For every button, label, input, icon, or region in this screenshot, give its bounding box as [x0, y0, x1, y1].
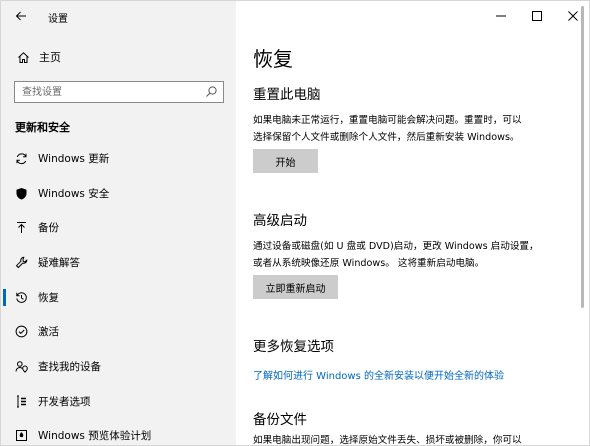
- nav-home[interactable]: 主页: [1, 45, 236, 69]
- backup-files-heading: 备份文件: [253, 412, 307, 428]
- advanced-startup-heading: 高级启动: [253, 213, 307, 229]
- reset-desc-line1: 如果电脑未正常运行，重置电脑可能会解决问题。重置时，可以: [253, 115, 522, 126]
- advanced-startup-description: 通过设备或磁盘(如 U 盘或 DVD)启动，更改 Windows 启动设置， 或…: [253, 238, 573, 272]
- backup-description: 如果电脑出现问题，选择原始文件丢失、损坏或被删除，你可以: [253, 435, 522, 446]
- sidebar-item-windows-insider[interactable]: Windows 预览体验计划: [1, 419, 236, 446]
- sidebar-item-label: 备份: [38, 222, 59, 235]
- sidebar-item-label: Windows 更新: [38, 152, 110, 165]
- sidebar-item-label: 开发者选项: [38, 395, 91, 408]
- sidebar-item-label: 查找我的设备: [38, 360, 101, 373]
- search-box[interactable]: [14, 81, 224, 103]
- search-icon: [206, 86, 217, 97]
- close-button[interactable]: [555, 1, 589, 31]
- sidebar-item-windows-update[interactable]: Windows 更新: [1, 141, 236, 176]
- sidebar-item-label: 激活: [38, 326, 59, 339]
- reset-heading: 重置此电脑: [253, 87, 321, 103]
- close-icon: [568, 11, 578, 21]
- fresh-install-link[interactable]: 了解如何进行 Windows 的全新安装以便开始全新的体验: [253, 367, 504, 382]
- insider-icon: [14, 429, 28, 443]
- page-title: 恢复: [253, 47, 293, 71]
- more-recovery-heading: 更多恢复选项: [253, 339, 334, 355]
- back-arrow-icon: [15, 11, 26, 21]
- reset-start-button[interactable]: 开始: [253, 149, 318, 173]
- maximize-button[interactable]: [519, 1, 555, 31]
- section-title: 更新和安全: [15, 121, 70, 134]
- sidebar: 设置 主页 更新和安全: [1, 1, 236, 446]
- minimize-icon: [496, 15, 506, 17]
- sidebar-item-activation[interactable]: 激活: [1, 314, 236, 349]
- sidebar-item-backup[interactable]: 备份: [1, 210, 236, 245]
- nav-list: Windows 更新 Windows 安全 备份 疑难解答 恢复 激活 查找我的…: [1, 141, 236, 446]
- window-controls: [483, 1, 589, 31]
- sidebar-item-troubleshoot[interactable]: 疑难解答: [1, 245, 236, 280]
- scrollbar[interactable]: [581, 6, 584, 308]
- sync-icon: [14, 151, 28, 165]
- home-icon: [16, 50, 30, 64]
- sidebar-item-label: Windows 安全: [38, 187, 110, 200]
- sidebar-item-windows-security[interactable]: Windows 安全: [1, 176, 236, 211]
- minimize-button[interactable]: [483, 1, 519, 31]
- backup-arrow-icon: [14, 221, 28, 235]
- history-icon: [14, 290, 28, 304]
- wrench-icon: [14, 255, 28, 269]
- search-input[interactable]: [15, 82, 195, 102]
- advanced-desc-line1: 通过设备或磁盘(如 U 盘或 DVD)启动，更改 Windows 启动设置，: [253, 241, 539, 252]
- restart-now-button[interactable]: 立即重新启动: [253, 275, 338, 299]
- settings-window: 设置 主页 更新和安全: [0, 0, 590, 446]
- check-circle-icon: [14, 325, 28, 339]
- developer-icon: [14, 394, 28, 408]
- reset-desc-line2: 选择保留个人文件或删除个人文件，然后重新安装 Windows。: [253, 132, 520, 143]
- sidebar-item-label: 疑难解答: [38, 256, 80, 269]
- back-button[interactable]: [9, 5, 33, 27]
- sidebar-item-label: Windows 预览体验计划: [38, 430, 152, 443]
- nav-home-label: 主页: [39, 51, 61, 64]
- sidebar-item-developer-options[interactable]: 开发者选项: [1, 384, 236, 419]
- main-content: 恢复 重置此电脑 如果电脑未正常运行，重置电脑可能会解决问题。重置时，可以 选择…: [236, 1, 589, 446]
- shield-icon: [14, 186, 28, 200]
- advanced-desc-line2: 或者从系统映像还原 Windows。 这将重新启动电脑。: [253, 258, 485, 269]
- app-title: 设置: [48, 14, 68, 25]
- person-location-icon: [14, 359, 28, 373]
- titlebar-left: 设置: [1, 1, 236, 33]
- reset-description: 如果电脑未正常运行，重置电脑可能会解决问题。重置时，可以 选择保留个人文件或删除…: [253, 112, 573, 146]
- maximize-icon: [532, 11, 542, 21]
- sidebar-item-label: 恢复: [38, 291, 59, 304]
- sidebar-item-recovery[interactable]: 恢复: [1, 280, 236, 315]
- sidebar-item-find-my-device[interactable]: 查找我的设备: [1, 349, 236, 384]
